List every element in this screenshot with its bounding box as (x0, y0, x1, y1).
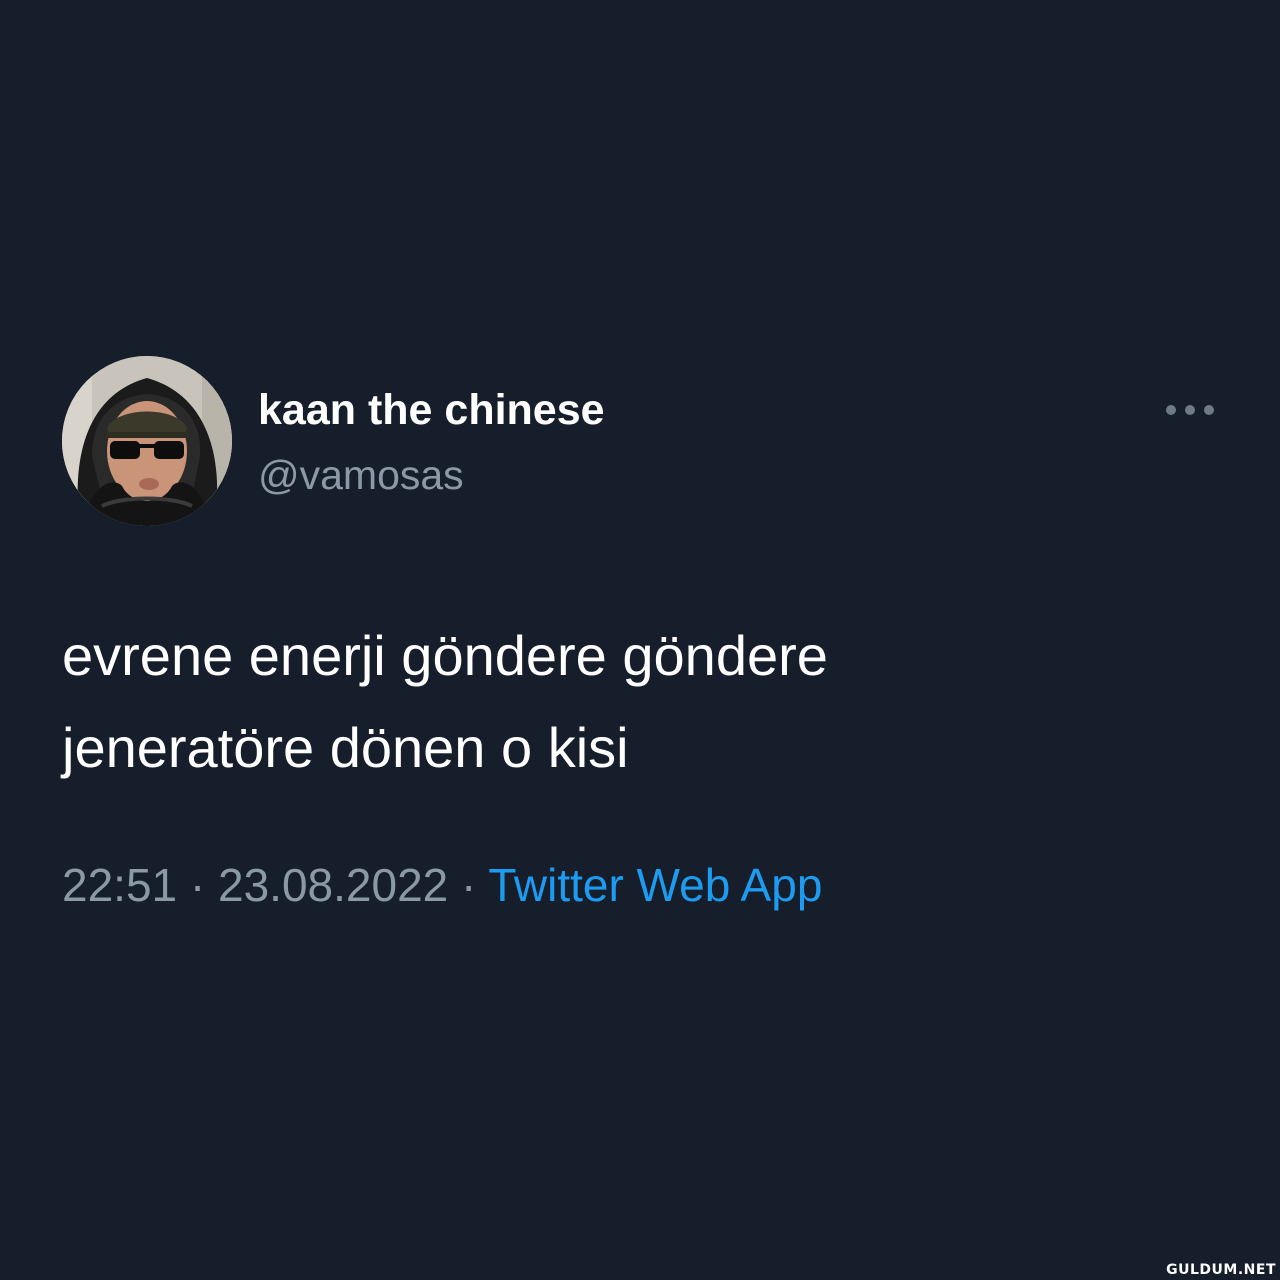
tweet-source-link[interactable]: Twitter Web App (488, 859, 822, 911)
tweet-header: kaan the chinese @vamosas (62, 356, 1222, 526)
more-dot (1185, 405, 1195, 415)
tweet-text: evrene enerji göndere göndere jeneratöre… (62, 610, 1212, 794)
tweet-time[interactable]: 22:51 (62, 859, 177, 911)
more-dot (1166, 405, 1176, 415)
tweet-date[interactable]: 23.08.2022 (218, 859, 448, 911)
watermark: GULDUM.NET (1166, 1262, 1276, 1278)
tweet-screenshot: kaan the chinese @vamosas evrene enerji … (0, 0, 1280, 1280)
avatar[interactable] (62, 356, 232, 526)
display-name[interactable]: kaan the chinese (258, 386, 605, 435)
tweet-text-line: evrene enerji göndere göndere (62, 624, 828, 687)
more-dot (1204, 405, 1214, 415)
meta-separator: · (461, 859, 477, 911)
tweet-meta: 22:51 · 23.08.2022 · Twitter Web App (62, 858, 822, 912)
meta-separator: · (189, 859, 206, 911)
user-handle[interactable]: @vamosas (258, 452, 464, 499)
profile-photo-icon (62, 356, 232, 526)
more-options-icon[interactable] (1166, 400, 1214, 420)
tweet-text-line: jeneratöre dönen o kisi (62, 716, 629, 779)
